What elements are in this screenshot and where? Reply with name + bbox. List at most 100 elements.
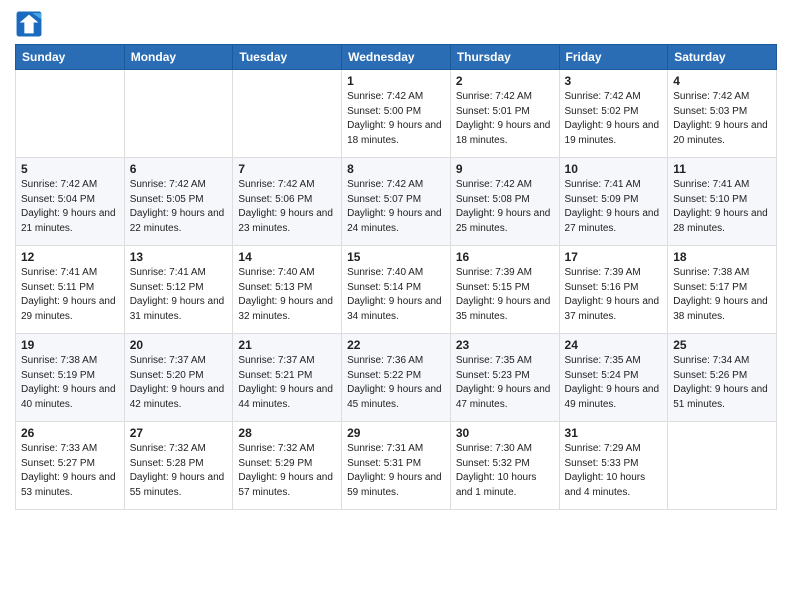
- day-number: 9: [456, 162, 554, 176]
- day-info: Sunrise: 7:42 AMSunset: 5:02 PMDaylight:…: [565, 90, 663, 148]
- day-cell-11: 11 Sunrise: 7:41 AMSunset: 5:10 PMDayligh…: [668, 158, 777, 246]
- day-cell-16: 16 Sunrise: 7:39 AMSunset: 5:15 PMDayligh…: [450, 246, 559, 334]
- day-number: 13: [130, 250, 228, 264]
- day-info: Sunrise: 7:42 AMSunset: 5:07 PMDaylight:…: [347, 178, 445, 236]
- weekday-header-row: SundayMondayTuesdayWednesdayThursdayFrid…: [16, 45, 777, 70]
- week-row-3: 12 Sunrise: 7:41 AMSunset: 5:11 PMDayligh…: [16, 246, 777, 334]
- day-info: Sunrise: 7:30 AMSunset: 5:32 PMDaylight:…: [456, 442, 554, 500]
- day-number: 10: [565, 162, 663, 176]
- day-number: 14: [238, 250, 336, 264]
- day-info: Sunrise: 7:42 AMSunset: 5:01 PMDaylight:…: [456, 90, 554, 148]
- day-number: 27: [130, 426, 228, 440]
- day-cell-25: 25 Sunrise: 7:34 AMSunset: 5:26 PMDayligh…: [668, 334, 777, 422]
- day-cell-29: 29 Sunrise: 7:31 AMSunset: 5:31 PMDayligh…: [342, 422, 451, 510]
- day-number: 25: [673, 338, 771, 352]
- day-number: 20: [130, 338, 228, 352]
- day-cell-19: 19 Sunrise: 7:38 AMSunset: 5:19 PMDayligh…: [16, 334, 125, 422]
- day-cell-3: 3 Sunrise: 7:42 AMSunset: 5:02 PMDaylight…: [559, 70, 668, 158]
- day-number: 26: [21, 426, 119, 440]
- empty-cell: [16, 70, 125, 158]
- day-info: Sunrise: 7:42 AMSunset: 5:03 PMDaylight:…: [673, 90, 771, 148]
- day-cell-21: 21Sunrise: 7:37 AMSunset: 5:21 PMDayligh…: [233, 334, 342, 422]
- day-number: 3: [565, 74, 663, 88]
- day-cell-17: 17 Sunrise: 7:39 AMSunset: 5:16 PMDayligh…: [559, 246, 668, 334]
- day-number: 28: [238, 426, 336, 440]
- day-number: 18: [673, 250, 771, 264]
- calendar-table: SundayMondayTuesdayWednesdayThursdayFrid…: [15, 44, 777, 510]
- empty-cell: [124, 70, 233, 158]
- day-info: Sunrise: 7:42 AMSunset: 5:06 PMDaylight:…: [238, 178, 336, 236]
- day-info: Sunrise: 7:33 AMSunset: 5:27 PMDaylight:…: [21, 442, 119, 500]
- day-info: Sunrise: 7:35 AMSunset: 5:23 PMDaylight:…: [456, 354, 554, 412]
- day-cell-26: 26 Sunrise: 7:33 AMSunset: 5:27 PMDayligh…: [16, 422, 125, 510]
- day-number: 5: [21, 162, 119, 176]
- day-info: Sunrise: 7:38 AMSunset: 5:19 PMDaylight:…: [21, 354, 119, 412]
- logo-icon: [15, 10, 43, 38]
- day-info: Sunrise: 7:41 AMSunset: 5:10 PMDaylight:…: [673, 178, 771, 236]
- day-info: Sunrise: 7:42 AMSunset: 5:04 PMDaylight:…: [21, 178, 119, 236]
- day-number: 7: [238, 162, 336, 176]
- day-info: Sunrise: 7:36 AMSunset: 5:22 PMDaylight:…: [347, 354, 445, 412]
- day-number: 8: [347, 162, 445, 176]
- page: SundayMondayTuesdayWednesdayThursdayFrid…: [0, 0, 792, 612]
- day-cell-4: 4 Sunrise: 7:42 AMSunset: 5:03 PMDaylight…: [668, 70, 777, 158]
- day-cell-31: 31 Sunrise: 7:29 AMSunset: 5:33 PMDayligh…: [559, 422, 668, 510]
- day-cell-15: 15 Sunrise: 7:40 AMSunset: 5:14 PMDayligh…: [342, 246, 451, 334]
- day-info: Sunrise: 7:37 AMSunset: 5:20 PMDaylight:…: [130, 354, 228, 412]
- day-cell-14: 14 Sunrise: 7:40 AMSunset: 5:13 PMDayligh…: [233, 246, 342, 334]
- day-info: Sunrise: 7:34 AMSunset: 5:26 PMDaylight:…: [673, 354, 771, 412]
- day-cell-9: 9 Sunrise: 7:42 AMSunset: 5:08 PMDaylight…: [450, 158, 559, 246]
- day-info: Sunrise: 7:31 AMSunset: 5:31 PMDaylight:…: [347, 442, 445, 500]
- logo: [15, 10, 47, 38]
- week-row-2: 5 Sunrise: 7:42 AMSunset: 5:04 PMDaylight…: [16, 158, 777, 246]
- day-info: Sunrise: 7:41 AMSunset: 5:11 PMDaylight:…: [21, 266, 119, 324]
- day-number: 24: [565, 338, 663, 352]
- day-info: Sunrise: 7:29 AMSunset: 5:33 PMDaylight:…: [565, 442, 663, 500]
- day-info: Sunrise: 7:42 AMSunset: 5:08 PMDaylight:…: [456, 178, 554, 236]
- day-number: 19: [21, 338, 119, 352]
- day-info: Sunrise: 7:42 AMSunset: 5:00 PMDaylight:…: [347, 90, 445, 148]
- day-number: 4: [673, 74, 771, 88]
- day-cell-1: 1 Sunrise: 7:42 AMSunset: 5:00 PMDaylight…: [342, 70, 451, 158]
- empty-cell: [668, 422, 777, 510]
- day-number: 31: [565, 426, 663, 440]
- day-info: Sunrise: 7:40 AMSunset: 5:13 PMDaylight:…: [238, 266, 336, 324]
- day-cell-10: 10 Sunrise: 7:41 AMSunset: 5:09 PMDayligh…: [559, 158, 668, 246]
- day-number: 17: [565, 250, 663, 264]
- weekday-header-saturday: Saturday: [668, 45, 777, 70]
- day-info: Sunrise: 7:41 AMSunset: 5:09 PMDaylight:…: [565, 178, 663, 236]
- day-info: Sunrise: 7:32 AMSunset: 5:28 PMDaylight:…: [130, 442, 228, 500]
- day-info: Sunrise: 7:42 AMSunset: 5:05 PMDaylight:…: [130, 178, 228, 236]
- day-number: 1: [347, 74, 445, 88]
- day-cell-22: 22Sunrise: 7:36 AMSunset: 5:22 PMDayligh…: [342, 334, 451, 422]
- day-number: 11: [673, 162, 771, 176]
- day-info: Sunrise: 7:39 AMSunset: 5:15 PMDaylight:…: [456, 266, 554, 324]
- weekday-header-thursday: Thursday: [450, 45, 559, 70]
- day-info: Sunrise: 7:39 AMSunset: 5:16 PMDaylight:…: [565, 266, 663, 324]
- week-row-5: 26 Sunrise: 7:33 AMSunset: 5:27 PMDayligh…: [16, 422, 777, 510]
- day-cell-7: 7 Sunrise: 7:42 AMSunset: 5:06 PMDaylight…: [233, 158, 342, 246]
- day-number: 30: [456, 426, 554, 440]
- day-cell-8: 8 Sunrise: 7:42 AMSunset: 5:07 PMDaylight…: [342, 158, 451, 246]
- day-number: 29: [347, 426, 445, 440]
- day-number: 6: [130, 162, 228, 176]
- day-cell-24: 24 Sunrise: 7:35 AMSunset: 5:24 PMDayligh…: [559, 334, 668, 422]
- weekday-header-tuesday: Tuesday: [233, 45, 342, 70]
- day-cell-28: 28Sunrise: 7:32 AMSunset: 5:29 PMDayligh…: [233, 422, 342, 510]
- day-number: 15: [347, 250, 445, 264]
- day-info: Sunrise: 7:40 AMSunset: 5:14 PMDaylight:…: [347, 266, 445, 324]
- day-cell-27: 27 Sunrise: 7:32 AMSunset: 5:28 PMDayligh…: [124, 422, 233, 510]
- weekday-header-monday: Monday: [124, 45, 233, 70]
- day-info: Sunrise: 7:41 AMSunset: 5:12 PMDaylight:…: [130, 266, 228, 324]
- day-number: 16: [456, 250, 554, 264]
- day-info: Sunrise: 7:37 AMSunset: 5:21 PMDaylight:…: [238, 354, 336, 412]
- day-info: Sunrise: 7:35 AMSunset: 5:24 PMDaylight:…: [565, 354, 663, 412]
- week-row-4: 19 Sunrise: 7:38 AMSunset: 5:19 PMDayligh…: [16, 334, 777, 422]
- day-cell-6: 6 Sunrise: 7:42 AMSunset: 5:05 PMDaylight…: [124, 158, 233, 246]
- day-number: 12: [21, 250, 119, 264]
- day-cell-13: 13 Sunrise: 7:41 AMSunset: 5:12 PMDayligh…: [124, 246, 233, 334]
- weekday-header-friday: Friday: [559, 45, 668, 70]
- weekday-header-wednesday: Wednesday: [342, 45, 451, 70]
- day-info: Sunrise: 7:38 AMSunset: 5:17 PMDaylight:…: [673, 266, 771, 324]
- day-cell-20: 20 Sunrise: 7:37 AMSunset: 5:20 PMDayligh…: [124, 334, 233, 422]
